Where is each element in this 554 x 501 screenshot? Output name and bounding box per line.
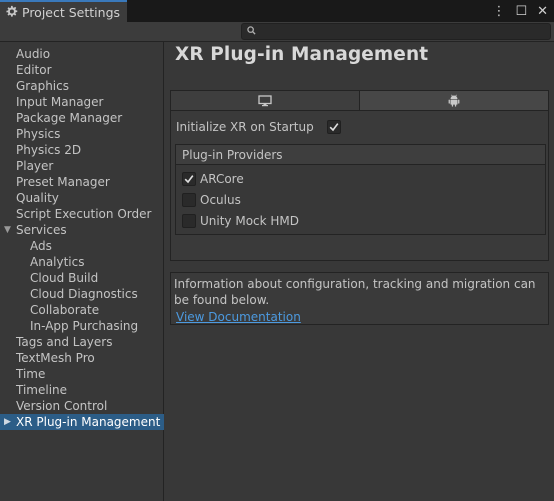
sidebar-item-label: Services	[16, 223, 67, 237]
gear-icon	[5, 5, 19, 19]
main-panel: XR Plug-in Management Initialize XR on S…	[165, 42, 554, 501]
search-input[interactable]	[241, 23, 551, 40]
desktop-icon	[258, 94, 272, 106]
sidebar-item-label: Audio	[16, 47, 51, 61]
sidebar-item-cloud-build[interactable]: Cloud Build	[0, 270, 164, 286]
sidebar-item-label: Version Control	[16, 399, 108, 413]
init-xr-checkbox[interactable]	[327, 120, 341, 134]
sidebar-item-xr-plug-in-management[interactable]: ▶ XR Plug-in Management	[0, 414, 164, 430]
sidebar-item-label: Script Execution Order	[16, 207, 152, 221]
sidebar-item-label: Quality	[16, 191, 59, 205]
sidebar-item-label: Analytics	[30, 255, 85, 269]
close-icon[interactable]: ✕	[537, 4, 548, 19]
sidebar-item-audio[interactable]: Audio	[0, 46, 164, 62]
tab-android[interactable]	[359, 91, 548, 110]
sidebar-item-physics[interactable]: Physics	[0, 126, 164, 142]
sidebar-item-label: Cloud Diagnostics	[30, 287, 138, 301]
sidebar-item-label: In-App Purchasing	[30, 319, 139, 333]
provider-label-oculus: Oculus	[200, 193, 241, 207]
search-icon	[247, 26, 256, 35]
page-title: XR Plug-in Management	[175, 44, 429, 65]
sidebar-item-time[interactable]: Time	[0, 366, 164, 382]
window-controls: ⋮ ☐ ✕	[492, 0, 548, 22]
sidebar-item-in-app-purchasing[interactable]: In-App Purchasing	[0, 318, 164, 334]
provider-label-unity-mock-hmd: Unity Mock HMD	[200, 214, 300, 228]
tab-project-settings[interactable]: Project Settings	[0, 0, 127, 22]
sidebar-item-label: Editor	[16, 63, 52, 77]
sidebar-item-label: Package Manager	[16, 111, 123, 125]
sidebar-item-timeline[interactable]: Timeline	[0, 382, 164, 398]
sidebar-item-label: Preset Manager	[16, 175, 110, 189]
providers-list: ARCore Oculus Unity Mock HMD	[176, 165, 545, 235]
sidebar-item-analytics[interactable]: Analytics	[0, 254, 164, 270]
sidebar-item-physics-2d[interactable]: Physics 2D	[0, 142, 164, 158]
provider-checkbox-oculus[interactable]	[182, 193, 196, 207]
sidebar-item-tags-and-layers[interactable]: Tags and Layers	[0, 334, 164, 350]
sidebar-item-version-control[interactable]: Version Control	[0, 398, 164, 414]
view-documentation-link[interactable]: View Documentation	[176, 309, 301, 325]
tab-standalone[interactable]	[171, 91, 359, 110]
more-vert-icon[interactable]: ⋮	[492, 4, 505, 19]
sidebar-item-graphics[interactable]: Graphics	[0, 78, 164, 94]
android-icon	[448, 94, 460, 107]
maximize-icon[interactable]: ☐	[515, 4, 527, 19]
sidebar-item-label: Tags and Layers	[16, 335, 113, 349]
expanded-arrow-icon[interactable]: ▼	[4, 222, 11, 238]
sidebar-item-label: Physics 2D	[16, 143, 82, 157]
sidebar-item-cloud-diagnostics[interactable]: Cloud Diagnostics	[0, 286, 164, 302]
info-box: Information about configuration, trackin…	[170, 272, 549, 325]
sidebar-item-preset-manager[interactable]: Preset Manager	[0, 174, 164, 190]
sidebar-item-collaborate[interactable]: Collaborate	[0, 302, 164, 318]
info-text: Information about configuration, trackin…	[174, 277, 536, 307]
platform-tabs	[170, 90, 549, 111]
sidebar-item-textmesh-pro[interactable]: TextMesh Pro	[0, 350, 164, 366]
sidebar-item-label: XR Plug-in Management	[16, 415, 161, 429]
sidebar-item-label: TextMesh Pro	[16, 351, 95, 365]
sidebar-item-label: Timeline	[16, 383, 68, 397]
sidebar-item-label: Physics	[16, 127, 61, 141]
window-tab-bar: Project Settings ⋮ ☐ ✕	[0, 0, 554, 22]
sidebar-item-script-execution-order[interactable]: Script Execution Order	[0, 206, 164, 222]
sidebar-item-label: Ads	[30, 239, 52, 253]
sidebar-item-label: Player	[16, 159, 54, 173]
provider-label-arcore: ARCore	[200, 172, 244, 186]
sidebar-item-label: Collaborate	[30, 303, 100, 317]
sidebar-item-label: Graphics	[16, 79, 69, 93]
init-xr-label: Initialize XR on Startup	[176, 120, 314, 134]
search-toolbar	[0, 22, 554, 42]
sidebar-item-input-manager[interactable]: Input Manager	[0, 94, 164, 110]
sidebar-item-editor[interactable]: Editor	[0, 62, 164, 78]
sidebar-item-label: Time	[16, 367, 46, 381]
sidebar-item-package-manager[interactable]: Package Manager	[0, 110, 164, 126]
sidebar-item-quality[interactable]: Quality	[0, 190, 164, 206]
sidebar-item-services[interactable]: ▼ Services	[0, 222, 164, 238]
plugin-providers-header: Plug-in Providers	[176, 145, 545, 165]
sidebar-item-label: Cloud Build	[30, 271, 99, 285]
settings-sidebar: Audio Editor Graphics Input Manager Package …	[0, 42, 164, 501]
sidebar-item-label: Input Manager	[16, 95, 104, 109]
sidebar-item-player[interactable]: Player	[0, 158, 164, 174]
xr-settings-box: Initialize XR on Startup Plug-in Provide…	[170, 111, 549, 261]
tab-title: Project Settings	[22, 4, 121, 20]
collapsed-arrow-icon[interactable]: ▶	[4, 414, 11, 430]
provider-checkbox-arcore[interactable]	[182, 172, 196, 186]
provider-checkbox-unity-mock-hmd[interactable]	[182, 214, 196, 228]
plugin-providers-box: Plug-in Providers ARCore Oculus Unity Mock…	[175, 144, 546, 235]
sidebar-item-ads[interactable]: Ads	[0, 238, 164, 254]
